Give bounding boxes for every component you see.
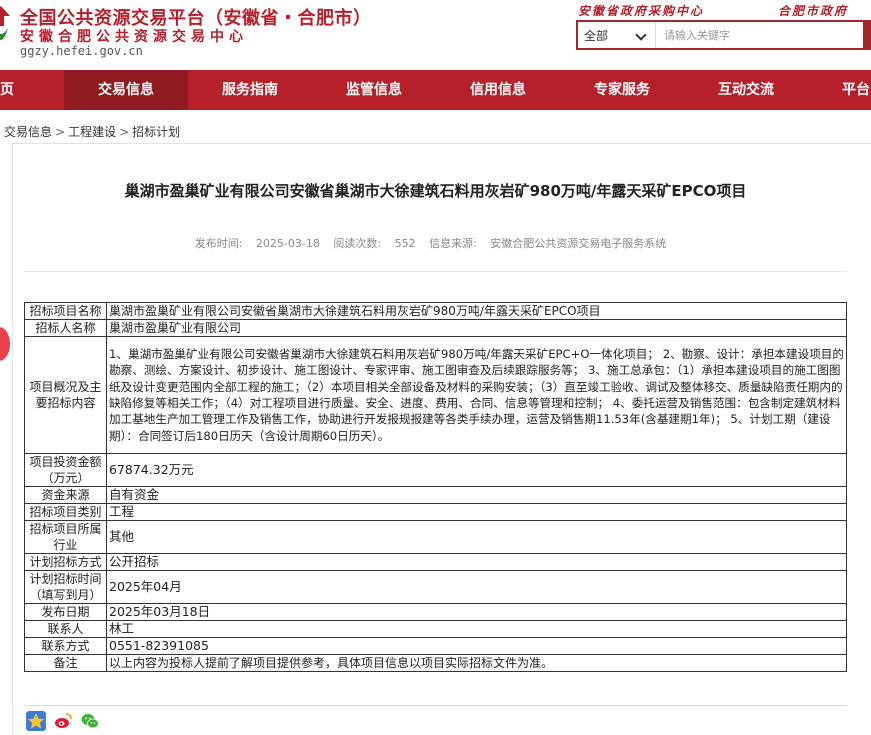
breadcrumb-trading-info[interactable]: 交易信息 <box>4 125 52 139</box>
toplink-city-government[interactable]: 合肥市政府 <box>778 2 848 19</box>
row-key: 项目投资金额（万元） <box>24 453 107 487</box>
title-divider <box>24 271 847 272</box>
row-key: 发布日期 <box>24 603 107 621</box>
row-key: 计划招标方式 <box>24 553 107 571</box>
nav-item-credit-info[interactable]: 信用信息 <box>436 70 560 110</box>
wechat-icon[interactable] <box>80 711 100 731</box>
row-key: 联系人 <box>24 620 107 638</box>
table-row: 项目概况及主要招标内容 1、巢湖市盈巢矿业有限公司安徽省巢湖市大徐建筑石料用灰岩… <box>24 336 847 454</box>
row-value: 林工 <box>106 620 847 638</box>
row-key: 招标项目名称 <box>24 302 107 320</box>
nav-item-trading-info[interactable]: 交易信息 <box>64 70 188 110</box>
search-category-select[interactable]: 全部 <box>578 22 656 48</box>
nav-item-expert-service[interactable]: 专家服务 <box>560 70 684 110</box>
table-row: 联系方式 0551-82391085 <box>24 637 847 655</box>
nav-item-interaction[interactable]: 互动交流 <box>684 70 808 110</box>
site-header: 全国公共资源交易平台（安徽省・合肥市） 安徽合肥公共资源交易中心 ggzy.he… <box>0 0 871 68</box>
breadcrumb-engineering[interactable]: 工程建设 <box>68 125 116 139</box>
table-row: 项目投资金额（万元） 67874.32万元 <box>24 453 847 487</box>
row-value: 2025年03月18日 <box>106 603 847 621</box>
breadcrumb: 交易信息 > 工程建设 > 招标计划 <box>4 125 181 139</box>
nav-item-supervision-info[interactable]: 监管信息 <box>312 70 436 110</box>
qzone-icon[interactable] <box>26 711 46 731</box>
row-value: 工程 <box>106 503 847 521</box>
main-nav: 页 交易信息 服务指南 监管信息 信用信息 专家服务 互动交流 平台 <box>0 70 871 110</box>
row-value: 自有资金 <box>106 486 847 504</box>
publish-time-label: 发布时间: <box>194 237 243 250</box>
tender-info-table: 招标项目名称 巢湖市盈巢矿业有限公司安徽省巢湖市大徐建筑石料用灰岩矿980万吨/… <box>24 302 847 672</box>
breadcrumb-tender-plan[interactable]: 招标计划 <box>132 125 180 139</box>
search-category-value: 全部 <box>584 29 609 43</box>
table-row: 计划招标时间（填写到月） 2025年04月 <box>24 570 847 604</box>
row-key: 招标人名称 <box>24 319 107 337</box>
table-row: 招标项目类别 工程 <box>24 503 847 521</box>
row-key: 联系方式 <box>24 637 107 655</box>
table-row: 招标项目所属行业 其他 <box>24 520 847 554</box>
row-value: 巢湖市盈巢矿业有限公司 <box>106 319 847 337</box>
share-divider <box>24 705 847 706</box>
site-url: ggzy.hefei.gov.cn <box>20 44 143 58</box>
row-value: 公开招标 <box>106 553 847 571</box>
row-key: 计划招标时间（填写到月） <box>24 570 107 604</box>
site-subtitle: 安徽合肥公共资源交易中心 <box>20 29 248 45</box>
nav-item-platform[interactable]: 平台 <box>836 70 871 110</box>
row-value: 1、巢湖市盈巢矿业有限公司安徽省巢湖市大徐建筑石料用灰岩矿980万吨/年露天采矿… <box>106 336 847 454</box>
table-row: 招标人名称 巢湖市盈巢矿业有限公司 <box>24 319 847 337</box>
row-value: 以上内容为投标人提前了解项目提供参考，具体项目信息以项目实际招标文件为准。 <box>106 654 847 672</box>
row-value: 2025年04月 <box>106 570 847 604</box>
table-row: 资金来源 自有资金 <box>24 486 847 504</box>
source-value: 安徽合肥公共资源交易电子服务系统 <box>490 237 667 250</box>
weibo-icon[interactable] <box>53 711 73 731</box>
article-title: 巢湖市盈巢矿业有限公司安徽省巢湖市大徐建筑石料用灰岩矿980万吨/年露天采矿EP… <box>124 182 747 200</box>
table-row: 发布日期 2025年03月18日 <box>24 603 847 621</box>
row-value: 67874.32万元 <box>106 453 847 487</box>
chevron-down-icon <box>635 29 647 41</box>
toplink-province-procurement[interactable]: 安徽省政府采购中心 <box>578 2 704 19</box>
table-row: 联系人 林工 <box>24 620 847 638</box>
view-count-value: 552 <box>394 237 416 250</box>
row-key: 项目概况及主要招标内容 <box>24 336 107 454</box>
nav-item-service-guide[interactable]: 服务指南 <box>188 70 312 110</box>
search-input[interactable] <box>658 22 858 48</box>
row-key: 招标项目类别 <box>24 503 107 521</box>
search-button[interactable] <box>863 20 871 50</box>
row-value: 巢湖市盈巢矿业有限公司安徽省巢湖市大徐建筑石料用灰岩矿980万吨/年露天采矿EP… <box>106 302 847 320</box>
row-value: 其他 <box>106 520 847 554</box>
publish-time-value: 2025-03-18 <box>255 237 320 250</box>
row-key: 资金来源 <box>24 486 107 504</box>
article-meta: 发布时间: 2025-03-18 阅读次数: 552 信息来源: 安徽合肥公共资… <box>0 235 871 251</box>
row-key: 备注 <box>24 654 107 672</box>
nav-item-home[interactable]: 页 <box>0 70 22 110</box>
search-box: 全部 <box>576 20 871 50</box>
table-row: 计划招标方式 公开招标 <box>24 553 847 571</box>
table-row: 备注 以上内容为投标人提前了解项目提供参考，具体项目信息以项目实际招标文件为准。 <box>24 654 847 672</box>
floating-side-button[interactable] <box>0 327 10 361</box>
source-label: 信息来源: <box>429 237 477 250</box>
logo-icon <box>0 6 10 40</box>
row-value: 0551-82391085 <box>106 637 847 655</box>
view-count-label: 阅读次数: <box>333 237 382 250</box>
table-row: 招标项目名称 巢湖市盈巢矿业有限公司安徽省巢湖市大徐建筑石料用灰岩矿980万吨/… <box>24 302 847 320</box>
row-key: 招标项目所属行业 <box>24 520 107 554</box>
